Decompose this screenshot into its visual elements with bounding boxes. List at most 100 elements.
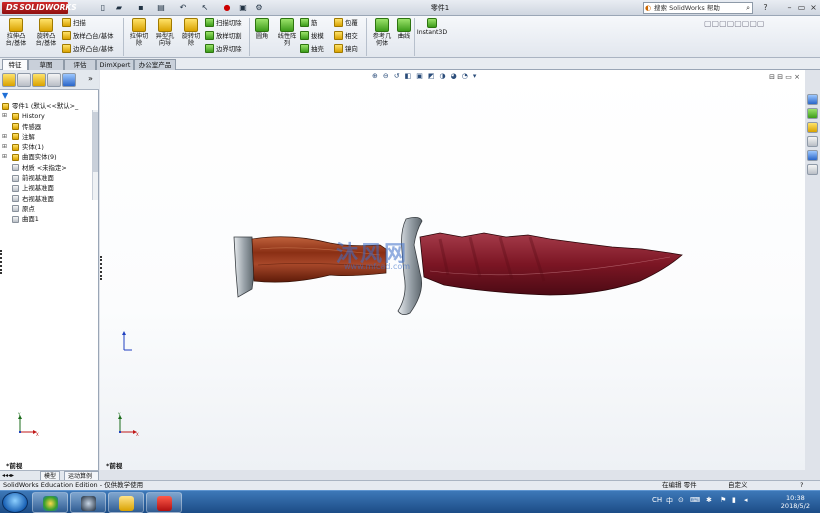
file-explorer-tab-icon[interactable]: [807, 122, 818, 133]
ime-mode-icon[interactable]: ⊙: [678, 496, 684, 504]
boundary-boss-button[interactable]: 边界凸台/基体: [62, 44, 114, 55]
expand-icon[interactable]: ⊞: [2, 111, 7, 121]
feature-tree-item[interactable]: ⊞ History: [0, 111, 92, 121]
filter-icon[interactable]: ▼: [2, 92, 11, 100]
sweep-cut-button[interactable]: 扫描切除: [205, 18, 242, 29]
viewport-collapse-handle[interactable]: [100, 256, 104, 280]
design-library-tab-icon[interactable]: [807, 108, 818, 119]
view-orientation-icon[interactable]: ▣: [416, 72, 423, 80]
restore-icon[interactable]: ▭: [796, 2, 807, 13]
appearances-tab-icon[interactable]: [807, 150, 818, 161]
hole-wizard-button[interactable]: 异型孔 向导: [151, 18, 179, 47]
save-icon[interactable]: ▪: [136, 3, 146, 13]
network-icon[interactable]: ▮: [732, 496, 736, 504]
keyboard-icon[interactable]: ⌨: [690, 496, 700, 504]
mirror-button[interactable]: 镜向: [334, 44, 358, 55]
boundary-cut-button[interactable]: 边界切除: [205, 44, 242, 55]
extrude-boss-button[interactable]: 拉伸凸 台/基体: [2, 18, 30, 47]
configuration-manager-tab-icon[interactable]: [32, 73, 46, 87]
options-icon[interactable]: ⚙: [254, 3, 264, 13]
tab-sketch[interactable]: 草图: [28, 59, 64, 70]
volume-icon[interactable]: ◂: [744, 496, 748, 504]
rebuild-icon[interactable]: ●: [222, 3, 232, 13]
tab-scroll-arrows[interactable]: ◂◂◂▸: [2, 472, 14, 479]
file-properties-icon[interactable]: ▣: [238, 3, 248, 13]
property-manager-tab-icon[interactable]: [17, 73, 31, 87]
feature-manager-tab-icon[interactable]: [2, 73, 16, 87]
taskbar-explorer-app[interactable]: [108, 492, 144, 513]
language-indicator[interactable]: CH: [652, 496, 662, 504]
expand-icon[interactable]: ⊞: [2, 142, 7, 152]
feature-tree-item[interactable]: 右视基准面: [0, 194, 92, 204]
print-icon[interactable]: ▤: [156, 3, 166, 13]
loft-cut-button[interactable]: 放样切割: [205, 31, 242, 42]
feature-tree-item[interactable]: 传感器: [0, 122, 92, 132]
shell-button[interactable]: 抽壳: [300, 44, 324, 55]
panel-collapse-handle[interactable]: [0, 250, 4, 274]
zoom-to-fit-icon[interactable]: ⊕: [372, 72, 378, 80]
tab-office-products[interactable]: 办公室产品: [134, 59, 176, 70]
feature-tree-item[interactable]: 材质 <未指定>: [0, 163, 92, 173]
solidworks-logo[interactable]: DSSOLIDWORKS: [2, 2, 77, 14]
sweep-button[interactable]: 扫描: [62, 18, 86, 29]
view-settings-icon[interactable]: ▾: [473, 72, 477, 80]
edit-appearance-icon[interactable]: ◕: [451, 72, 457, 80]
taskbar-solidworks-app[interactable]: [146, 492, 182, 513]
feature-tree-item[interactable]: 原点: [0, 204, 92, 214]
linear-pattern-button[interactable]: 线性阵 列: [273, 18, 301, 47]
clock[interactable]: 10:38 2018/5/2: [781, 494, 810, 510]
tray-app-icon[interactable]: ✱: [706, 496, 712, 504]
feature-tree-item[interactable]: 零件1 (默认<<默认>_: [0, 101, 92, 111]
display-manager-tab-icon[interactable]: [62, 73, 76, 87]
scrollbar-thumb[interactable]: [93, 112, 98, 172]
new-file-icon[interactable]: ▯: [98, 3, 108, 13]
graphics-viewport[interactable]: ⊕ ⊖ ↺ ◧ ▣ ◩ ◑ ◕ ◔ ▾ ⊟ ⊟ ▭ × 沐风网 www.mfca…: [100, 70, 805, 470]
tree-scrollbar[interactable]: [92, 110, 98, 200]
display-style-icon[interactable]: ◩: [428, 72, 435, 80]
tab-dimxpert[interactable]: DimXpert: [96, 59, 134, 70]
units-status[interactable]: 自定义: [728, 481, 748, 490]
expand-icon[interactable]: ⊞: [2, 132, 7, 142]
resources-tab-icon[interactable]: [807, 94, 818, 105]
chevron-right-icon[interactable]: »: [88, 74, 93, 83]
tab-features[interactable]: 特征: [2, 59, 28, 70]
feature-tree-item[interactable]: ⊞ 实体(1): [0, 142, 92, 152]
custom-properties-tab-icon[interactable]: [807, 164, 818, 175]
start-button[interactable]: [2, 492, 28, 513]
extrude-cut-button[interactable]: 拉伸切 除: [125, 18, 153, 47]
section-view-icon[interactable]: ◧: [405, 72, 412, 80]
taskbar-browser-app[interactable]: [32, 492, 68, 513]
close-icon[interactable]: ×: [808, 2, 819, 13]
wrap-button[interactable]: 包覆: [334, 18, 358, 29]
help-icon[interactable]: ?: [800, 481, 803, 490]
flag-icon[interactable]: ⚑: [720, 496, 726, 504]
search-icon[interactable]: ⌕: [746, 3, 750, 13]
ime-icon[interactable]: 中: [666, 496, 673, 506]
loft-boss-button[interactable]: 放样凸台/基体: [62, 31, 114, 42]
apply-scene-icon[interactable]: ◔: [462, 72, 468, 80]
feature-tree-item[interactable]: 前视基准面: [0, 173, 92, 183]
tab-evaluate[interactable]: 评估: [64, 59, 96, 70]
open-file-icon[interactable]: ▰: [114, 3, 124, 13]
revolve-cut-button[interactable]: 旋转切 除: [177, 18, 205, 47]
fillet-button[interactable]: 圆角: [250, 18, 274, 40]
help-search-input[interactable]: ◐ 搜索 SolidWorks 帮助 ⌕: [643, 2, 753, 14]
knife-model[interactable]: [230, 215, 690, 320]
expand-icon[interactable]: ⊞: [2, 152, 7, 162]
zoom-to-area-icon[interactable]: ⊖: [383, 72, 389, 80]
feature-tree-item[interactable]: ⊞ 注解: [0, 132, 92, 142]
help-icon[interactable]: ?: [760, 2, 771, 13]
draft-button[interactable]: 拔模: [300, 31, 324, 42]
task-pane-icons[interactable]: ▢▢▢▢▢▢▢▢: [704, 18, 764, 29]
previous-view-icon[interactable]: ↺: [394, 72, 400, 80]
dimxpert-manager-tab-icon[interactable]: [47, 73, 61, 87]
hide-show-icon[interactable]: ◑: [440, 72, 446, 80]
reference-geometry-button[interactable]: 参考几 何体: [368, 18, 396, 47]
view-palette-tab-icon[interactable]: [807, 136, 818, 147]
taskbar-steam-app[interactable]: [70, 492, 106, 513]
minimize-icon[interactable]: –: [784, 2, 795, 13]
feature-tree-item[interactable]: 上视基准面: [0, 183, 92, 193]
curves-button[interactable]: 曲线: [394, 18, 414, 40]
feature-tree-item[interactable]: 曲面1: [0, 214, 92, 224]
rib-button[interactable]: 筋: [300, 18, 317, 29]
